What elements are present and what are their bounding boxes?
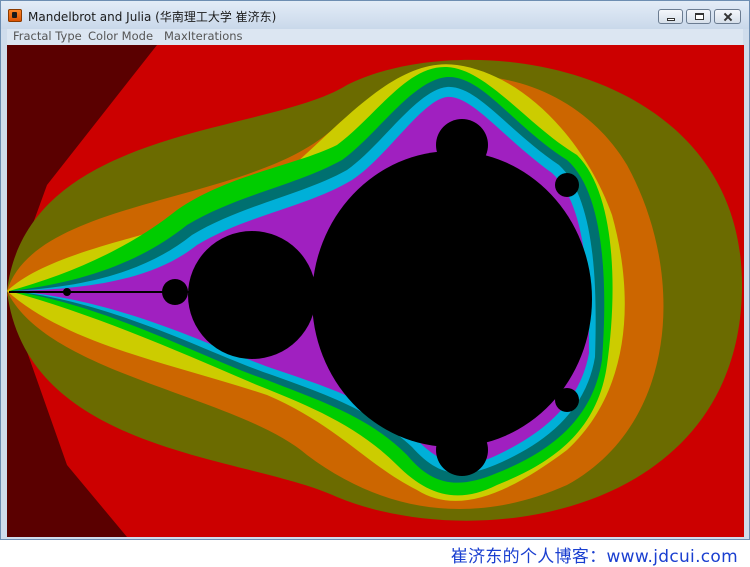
blog-watermark: 崔济东的个人博客：www.jdcui.com xyxy=(450,547,738,567)
upper-right-bulb xyxy=(555,173,579,197)
menu-fractal-type[interactable]: Fractal Type xyxy=(13,29,82,43)
mandelbrot-render xyxy=(7,45,744,537)
app-icon[interactable] xyxy=(8,9,22,22)
antenna xyxy=(9,291,189,293)
lower-right-bulb xyxy=(555,388,579,412)
menu-color-mode[interactable]: Color Mode xyxy=(88,29,153,43)
menu-max-iterations[interactable]: MaxIterations xyxy=(164,29,243,43)
bottom-bulb xyxy=(436,424,488,476)
minimize-button[interactable] xyxy=(658,9,683,24)
title-bar[interactable]: Mandelbrot and Julia (华南理工大学 崔济东) xyxy=(1,1,749,29)
period2-bulb xyxy=(188,231,316,359)
top-bulb xyxy=(436,119,488,171)
footer-area: 崔济东的个人博客：www.jdcui.com xyxy=(0,540,750,567)
main-cardioid xyxy=(312,151,592,447)
maximize-button[interactable] xyxy=(686,9,711,24)
app-window: Mandelbrot and Julia (华南理工大学 崔济东) Fracta… xyxy=(0,0,750,540)
menu-bar: Fractal Type Color Mode MaxIterations xyxy=(7,29,743,45)
close-button[interactable] xyxy=(714,9,741,24)
fractal-canvas[interactable] xyxy=(7,45,744,537)
window-title: Mandelbrot and Julia (华南理工大学 崔济东) xyxy=(28,10,277,24)
